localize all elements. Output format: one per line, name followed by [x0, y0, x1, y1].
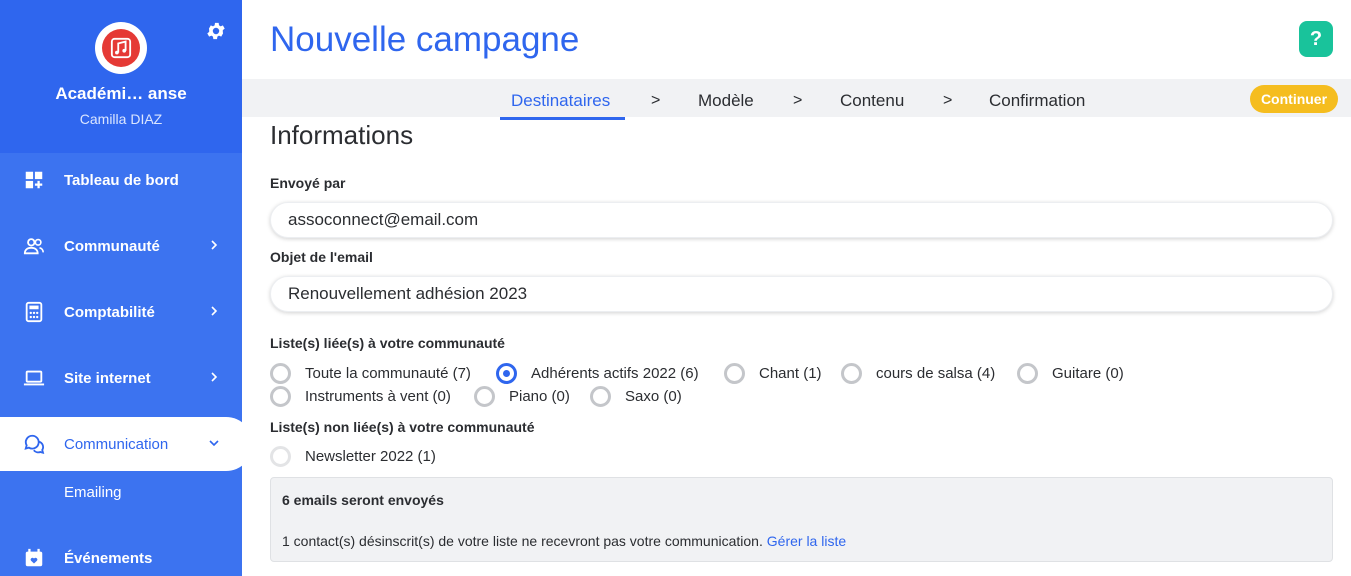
list-radio[interactable]: Toute la communauté (7): [270, 363, 471, 384]
users-icon: [23, 235, 45, 257]
list-radio[interactable]: Saxo (0): [590, 386, 682, 407]
list-radio[interactable]: Instruments à vent (0): [270, 386, 451, 407]
unsubscribed-notice: 1 contact(s) désinscrit(s) de votre list…: [282, 533, 846, 549]
radio-label: Instruments à vent (0): [305, 388, 451, 405]
sender-field[interactable]: assoconnect@email.com: [270, 202, 1333, 238]
sidebar-item-website[interactable]: Site internet: [0, 351, 242, 405]
chevron-down-icon: [207, 436, 221, 450]
active-step-indicator: [500, 117, 625, 120]
radio-label: Chant (1): [759, 365, 822, 382]
radio-label: Guitare (0): [1052, 365, 1124, 382]
list-radio[interactable]: Chant (1): [724, 363, 822, 384]
sidebar-item-community[interactable]: Communauté: [0, 219, 242, 273]
dashboard-icon: [23, 169, 45, 191]
unlinked-list-radio[interactable]: Newsletter 2022 (1): [270, 446, 436, 467]
subject-label: Objet de l'email: [270, 249, 373, 265]
radio-label: Piano (0): [509, 388, 570, 405]
radio-circle-selected: [496, 363, 517, 384]
step-separator: >: [793, 92, 803, 109]
radio-label: Toute la communauté (7): [305, 365, 471, 382]
radio-label: Saxo (0): [625, 388, 682, 405]
sidebar-item-label: Tableau de bord: [64, 171, 179, 189]
help-button[interactable]: ?: [1299, 21, 1333, 57]
sidebar-item-label: Communication: [64, 435, 169, 453]
sidebar-item-events[interactable]: Événements: [0, 531, 242, 576]
radio-circle: [270, 363, 291, 384]
list-radio[interactable]: Piano (0): [474, 386, 570, 407]
list-radio-selected[interactable]: Adhérents actifs 2022 (6): [496, 363, 699, 384]
sender-label: Envoyé par: [270, 175, 346, 191]
sidebar-subitem-emailing[interactable]: Emailing: [64, 484, 122, 501]
linked-lists-label: Liste(s) liée(s) à votre communauté: [270, 335, 505, 351]
calendar-heart-icon: [23, 547, 45, 569]
step-separator: >: [651, 92, 661, 109]
radio-circle: [841, 363, 862, 384]
radio-circle: [474, 386, 495, 407]
radio-circle: [590, 386, 611, 407]
chat-bubbles-icon: [23, 433, 45, 455]
continue-button[interactable]: Continuer: [1250, 85, 1338, 113]
list-radio[interactable]: cours de salsa (4): [841, 363, 995, 384]
calculator-icon: [23, 301, 45, 323]
radio-label: Adhérents actifs 2022 (6): [531, 365, 699, 382]
sidebar: Académi… anse Camilla DIAZ Tableau de bo…: [0, 0, 242, 576]
music-note-icon: [102, 29, 140, 67]
radio-circle-disabled: [270, 446, 291, 467]
sidebar-item-accounting[interactable]: Comptabilité: [0, 285, 242, 339]
sidebar-item-communication[interactable]: Communication: [0, 417, 242, 471]
subject-field[interactable]: Renouvellement adhésion 2023: [270, 276, 1333, 312]
send-summary-box: 6 emails seront envoyés 1 contact(s) dés…: [270, 477, 1333, 562]
sidebar-item-label: Événements: [64, 549, 153, 567]
chevron-right-icon: [207, 370, 221, 384]
sidebar-item-label: Comptabilité: [64, 303, 155, 321]
send-count: 6 emails seront envoyés: [282, 492, 444, 508]
laptop-icon: [23, 367, 45, 389]
chevron-right-icon: [207, 304, 221, 318]
organization-logo[interactable]: [95, 22, 147, 74]
step-content[interactable]: Contenu: [840, 91, 904, 111]
radio-circle: [1017, 363, 1038, 384]
sidebar-item-label: Communauté: [64, 237, 160, 255]
step-confirmation[interactable]: Confirmation: [989, 91, 1085, 111]
sidebar-header: Académi… anse Camilla DIAZ: [0, 0, 242, 153]
unlinked-lists-label: Liste(s) non liée(s) à votre communauté: [270, 419, 535, 435]
sidebar-item-dashboard[interactable]: Tableau de bord: [0, 153, 242, 207]
gear-icon[interactable]: [205, 20, 227, 42]
user-name: Camilla DIAZ: [79, 111, 163, 127]
radio-label: cours de salsa (4): [876, 365, 996, 382]
step-template[interactable]: Modèle: [698, 91, 754, 111]
radio-circle: [724, 363, 745, 384]
radio-label: Newsletter 2022 (1): [305, 448, 436, 465]
list-radio[interactable]: Guitare (0): [1017, 363, 1124, 384]
page-title: Nouvelle campagne: [270, 20, 580, 59]
unsubscribed-text: 1 contact(s) désinscrit(s) de votre list…: [282, 533, 763, 549]
section-title: Informations: [270, 120, 414, 150]
sidebar-item-label: Site internet: [64, 369, 151, 387]
step-separator: >: [943, 92, 953, 109]
manage-list-link[interactable]: Gérer la liste: [767, 533, 846, 549]
step-recipients[interactable]: Destinataires: [511, 91, 610, 111]
chevron-right-icon: [207, 238, 221, 252]
organization-name: Académi… anse: [55, 84, 187, 103]
radio-circle: [270, 386, 291, 407]
